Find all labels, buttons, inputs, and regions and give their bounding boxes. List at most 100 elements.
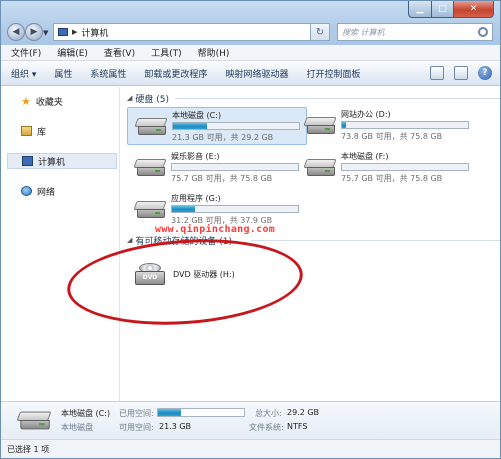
group-hard-disks[interactable]: ◢ 硬盘 (5)	[127, 91, 500, 105]
menu-file[interactable]: 文件(F)	[11, 46, 41, 59]
group-divider	[175, 98, 500, 99]
forward-button[interactable]: ▶	[25, 23, 43, 41]
refresh-button[interactable]: ↻	[310, 23, 330, 41]
drive-name: 娱乐影音 (E:)	[171, 152, 220, 161]
drive-space-info: 73.8 GB 可用，共 75.8 GB	[341, 132, 443, 141]
search-icon[interactable]	[478, 27, 488, 37]
nav-item-libraries[interactable]: 库	[7, 123, 117, 139]
address-bar[interactable]: ▶ 计算机 ▼	[53, 23, 329, 41]
hard-drive-icon	[303, 117, 337, 135]
nav-item-favorites[interactable]: ★ 收藏夹	[7, 93, 117, 109]
details-total-value: 29.2 GB	[287, 408, 320, 417]
maximize-button[interactable]: □	[432, 1, 454, 18]
breadcrumb-computer[interactable]: 计算机	[81, 26, 108, 39]
status-text: 已选择 1 项	[7, 444, 50, 454]
properties-button[interactable]: 属性	[54, 67, 72, 80]
collapse-triangle-icon[interactable]: ◢	[127, 94, 132, 102]
drive-f[interactable]: 本地磁盘 (F:) 75.7 GB 可用，共 75.8 GB	[297, 149, 477, 187]
nav-label: 网络	[37, 187, 56, 198]
refresh-icon: ↻	[315, 26, 325, 38]
nav-item-computer[interactable]: 计算机	[7, 153, 117, 169]
nav-label: 库	[37, 127, 47, 138]
details-free-label: 可用空间:	[119, 423, 154, 432]
explorer-window: ▁ □ ✕ ◀ ▶ ▼ ▶ 计算机 ▼ ↻ 搜索 计算机 文件(F) 编辑(E)…	[0, 0, 501, 459]
drive-name: 应用程序 (G:)	[171, 194, 221, 203]
drive-space-info: 75.7 GB 可用，共 75.8 GB	[341, 174, 443, 183]
command-bar: 组织 ▾ 属性 系统属性 卸载或更改程序 映射网络驱动器 打开控制面板 ?	[1, 62, 500, 86]
details-fs-value: NTFS	[287, 422, 308, 431]
dvd-badge: DVD	[135, 271, 165, 285]
nav-label: 收藏夹	[35, 97, 63, 108]
hard-drive-icon	[134, 118, 168, 136]
details-pane: 本地磁盘 (C:) 已用空间: 总大小: 29.2 GB 本地磁盘 可用空间: …	[1, 401, 500, 439]
dvd-drive-icon: DVD	[135, 263, 165, 287]
nav-item-network[interactable]: 网络	[7, 183, 117, 199]
preview-pane-icon[interactable]	[454, 66, 468, 80]
drive-e[interactable]: 娱乐影音 (E:) 75.7 GB 可用，共 75.8 GB	[127, 149, 307, 187]
details-free-value: 21.3 GB	[159, 422, 192, 431]
library-icon	[21, 126, 32, 136]
drive-name: 网站办公 (D:)	[341, 110, 391, 119]
details-drive-type: 本地磁盘	[61, 423, 93, 432]
drive-space-info: 75.7 GB 可用，共 75.8 GB	[171, 174, 273, 183]
drive-usage-bar	[341, 163, 469, 171]
drive-usage-bar	[172, 122, 300, 130]
help-icon[interactable]: ?	[478, 66, 492, 80]
drive-usage-bar	[171, 163, 299, 171]
menu-tools[interactable]: 工具(T)	[151, 46, 182, 59]
organize-button[interactable]: 组织 ▾	[11, 67, 36, 80]
status-bar: 已选择 1 项	[1, 439, 500, 458]
drive-name: 本地磁盘 (F:)	[341, 152, 389, 161]
menu-edit[interactable]: 编辑(E)	[57, 46, 88, 59]
close-button[interactable]: ✕	[454, 1, 494, 18]
drive-dvd[interactable]: DVD DVD 驱动器 (H:)	[129, 259, 279, 293]
details-total-label: 总大小:	[255, 409, 282, 418]
hard-drive-icon	[133, 201, 167, 219]
group-label: 硬盘 (5)	[135, 94, 170, 105]
navigation-pane: ★ 收藏夹 库 计算机 网络	[1, 87, 120, 401]
view-controls: ?	[430, 66, 492, 80]
details-drive-name: 本地磁盘 (C:)	[61, 409, 111, 418]
content-pane: ◢ 硬盘 (5) 本地磁盘 (C:) 21.3 GB 可用，共 29.2 GB …	[121, 87, 500, 401]
computer-icon	[58, 28, 68, 36]
drive-usage-bar	[171, 205, 299, 213]
drive-space-info: 21.3 GB 可用，共 29.2 GB	[172, 133, 274, 142]
map-network-drive-button[interactable]: 映射网络驱动器	[225, 67, 288, 80]
back-arrow-icon: ◀	[12, 27, 20, 37]
details-fs-label: 文件系统:	[249, 423, 284, 432]
history-dropdown-icon[interactable]: ▼	[43, 29, 48, 37]
system-properties-button[interactable]: 系统属性	[90, 67, 126, 80]
forward-arrow-icon: ▶	[30, 27, 38, 37]
collapse-triangle-icon[interactable]: ◢	[127, 236, 132, 244]
search-placeholder: 搜索 计算机	[342, 27, 385, 37]
breadcrumb-separator-icon[interactable]: ▶	[72, 28, 77, 36]
details-used-label: 已用空间:	[119, 409, 154, 418]
drive-c[interactable]: 本地磁盘 (C:) 21.3 GB 可用，共 29.2 GB	[127, 107, 307, 145]
uninstall-program-button[interactable]: 卸载或更改程序	[144, 67, 207, 80]
group-label: 有可移动存储的设备 (1)	[135, 236, 233, 247]
change-view-icon[interactable]	[430, 66, 444, 80]
hard-drive-icon	[133, 159, 167, 177]
title-bar: ▁ □ ✕ ◀ ▶ ▼ ▶ 计算机 ▼ ↻ 搜索 计算机	[1, 1, 500, 45]
star-icon: ★	[21, 94, 31, 108]
back-button[interactable]: ◀	[7, 23, 25, 41]
computer-icon	[22, 156, 33, 166]
details-usage-bar	[157, 408, 245, 417]
window-controls: ▁ □ ✕	[408, 1, 494, 19]
hard-drive-icon	[16, 409, 52, 432]
network-icon	[21, 186, 32, 196]
drive-d[interactable]: 网站办公 (D:) 73.8 GB 可用，共 75.8 GB	[297, 107, 477, 145]
drive-name: 本地磁盘 (C:)	[172, 111, 222, 120]
menu-view[interactable]: 查看(V)	[104, 46, 135, 59]
menu-help[interactable]: 帮助(H)	[198, 46, 230, 59]
menu-bar: 文件(F) 编辑(E) 查看(V) 工具(T) 帮助(H)	[1, 45, 500, 61]
group-removable-storage[interactable]: ◢ 有可移动存储的设备 (1)	[127, 233, 500, 247]
drive-usage-bar	[341, 121, 469, 129]
nav-label: 计算机	[38, 157, 66, 168]
group-divider	[251, 240, 500, 241]
open-control-panel-button[interactable]: 打开控制面板	[306, 67, 360, 80]
search-input[interactable]: 搜索 计算机	[337, 23, 493, 41]
hard-drive-icon	[303, 159, 337, 177]
minimize-button[interactable]: ▁	[408, 1, 432, 18]
drive-name: DVD 驱动器 (H:)	[173, 270, 235, 279]
